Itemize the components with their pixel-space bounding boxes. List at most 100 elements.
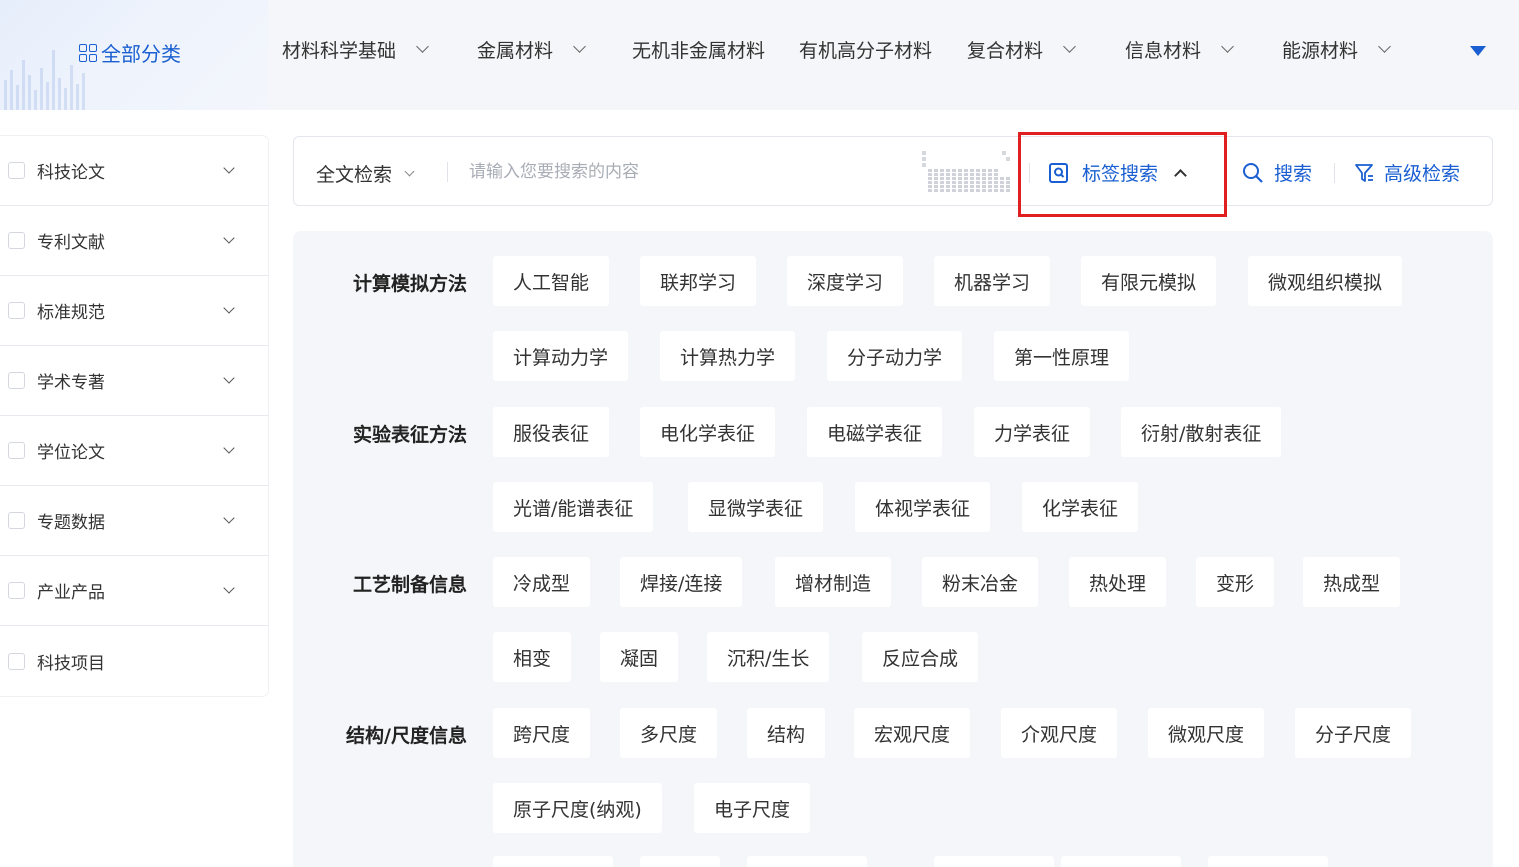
chevron-down-icon[interactable] (223, 232, 235, 244)
tag-item[interactable]: 机器学习 (934, 256, 1051, 306)
tag-item[interactable]: 相变 (493, 632, 572, 682)
group-label-characterization: 实验表征方法 (352, 424, 467, 446)
tag-item-partial[interactable] (640, 856, 720, 867)
tag-item[interactable]: 反应合成 (862, 632, 979, 682)
tag-item[interactable]: 电磁学表征 (807, 407, 943, 457)
chevron-down-icon[interactable] (223, 372, 235, 384)
chevron-down-icon (416, 40, 429, 53)
tag-item[interactable]: 增材制造 (775, 557, 892, 607)
sidebar-item-patents[interactable]: 专利文献 (0, 206, 268, 276)
all-categories-button[interactable]: 全部分类 (0, 0, 268, 110)
tag-item-partial[interactable] (493, 856, 613, 867)
chevron-down-icon (573, 40, 586, 53)
category-nav-bar: 全部分类 材料科学基础 金属材料 无机非金属材料 有机高分子材料 复合材料 信息… (0, 0, 1519, 110)
sidebar-item-special-data[interactable]: 专题数据 (0, 486, 268, 556)
grid-icon (79, 43, 97, 62)
tag-item[interactable]: 体视学表征 (855, 482, 991, 532)
chevron-down-icon[interactable] (223, 582, 235, 594)
tag-item[interactable]: 分子尺度 (1295, 708, 1412, 758)
chevron-down-icon[interactable] (223, 302, 235, 314)
tag-item[interactable]: 计算热力学 (660, 331, 796, 381)
chevron-down-icon[interactable] (223, 442, 235, 454)
checkbox[interactable] (8, 372, 25, 389)
tag-item-partial[interactable] (1061, 856, 1181, 867)
checkbox[interactable] (8, 652, 25, 670)
search-scope-select[interactable]: 全文检索 (316, 160, 415, 187)
all-categories-label: 全部分类 (79, 38, 181, 67)
tag-item[interactable]: 服役表征 (493, 407, 610, 457)
sidebar-item-theses[interactable]: 学位论文 (0, 416, 268, 486)
nav-category-information[interactable]: 信息材料 (1125, 36, 1234, 63)
resource-type-sidebar: 科技论文 专利文献 标准规范 学术专著 学位论文 专题数据 产业产品 科技项目 (0, 136, 268, 696)
sidebar-item-papers[interactable]: 科技论文 (0, 136, 268, 206)
chevron-down-icon[interactable] (223, 162, 235, 174)
tag-item[interactable]: 微观尺度 (1148, 708, 1265, 758)
tag-item-partial[interactable] (747, 856, 867, 867)
sidebar-item-monographs[interactable]: 学术专著 (0, 346, 268, 416)
tag-item[interactable]: 光谱/能谱表征 (493, 482, 654, 532)
tag-item[interactable]: 力学表征 (974, 407, 1091, 457)
tag-item[interactable]: 凝固 (600, 632, 679, 682)
chevron-down-icon[interactable] (223, 512, 235, 524)
nav-category-energy[interactable]: 能源材料 (1282, 36, 1391, 63)
checkbox[interactable] (8, 232, 25, 249)
tag-item[interactable]: 跨尺度 (493, 708, 591, 758)
checkbox[interactable] (8, 302, 25, 319)
keyboard-icon[interactable] (922, 151, 1012, 195)
tag-item[interactable]: 化学表征 (1022, 482, 1139, 532)
sidebar-item-industry-products[interactable]: 产业产品 (0, 556, 268, 626)
nav-category-inorganic[interactable]: 无机非金属材料 (632, 36, 765, 63)
tag-item[interactable]: 微观组织模拟 (1248, 256, 1403, 306)
sidebar-item-projects[interactable]: 科技项目 (0, 626, 268, 696)
nav-category-polymer[interactable]: 有机高分子材料 (799, 36, 932, 63)
search-icon (1243, 162, 1263, 183)
nav-category-composite[interactable]: 复合材料 (967, 36, 1076, 63)
tag-item[interactable]: 宏观尺度 (854, 708, 971, 758)
tag-item-partial[interactable] (1208, 856, 1328, 867)
nav-category-metal[interactable]: 金属材料 (477, 36, 586, 63)
advanced-search-button[interactable]: 高级检索 (1354, 159, 1460, 186)
tag-item[interactable]: 电子尺度 (694, 783, 811, 833)
checkbox[interactable] (8, 582, 25, 599)
tag-item[interactable]: 衍射/散射表征 (1121, 407, 1282, 457)
chevron-down-icon (1221, 40, 1234, 53)
tag-item[interactable]: 联邦学习 (640, 256, 757, 306)
group-label-process: 工艺制备信息 (352, 574, 467, 596)
tag-item[interactable]: 人工智能 (493, 256, 610, 306)
tag-item[interactable]: 电化学表征 (640, 407, 776, 457)
chevron-down-icon (404, 166, 415, 176)
checkbox[interactable] (8, 442, 25, 459)
tag-item[interactable]: 显微学表征 (688, 482, 824, 532)
tag-item[interactable]: 介观尺度 (1001, 708, 1118, 758)
checkbox[interactable] (8, 512, 25, 529)
tag-item[interactable]: 多尺度 (620, 708, 718, 758)
more-categories-icon[interactable] (1470, 46, 1486, 56)
chevron-down-icon (1063, 40, 1076, 53)
chevron-down-icon (1378, 40, 1391, 53)
filter-icon (1355, 163, 1373, 182)
search-input[interactable] (469, 157, 909, 187)
nav-category-materials-basics[interactable]: 材料科学基础 (282, 36, 429, 63)
tag-panel: 计算模拟方法 人工智能 联邦学习 深度学习 机器学习 有限元模拟 微观组织模拟 … (293, 231, 1493, 867)
divider (447, 162, 448, 182)
tag-item[interactable]: 焊接/连接 (620, 557, 743, 607)
tag-item[interactable]: 热处理 (1069, 557, 1167, 607)
search-bar: 全文检索 标签搜索 搜索 高级检索 (293, 136, 1493, 206)
tag-item[interactable]: 计算动力学 (493, 331, 629, 381)
tag-item[interactable]: 分子动力学 (827, 331, 963, 381)
tag-item[interactable]: 冷成型 (493, 557, 591, 607)
sidebar-item-standards[interactable]: 标准规范 (0, 276, 268, 346)
tag-item[interactable]: 原子尺度(纳观) (493, 783, 662, 833)
tag-item[interactable]: 沉积/生长 (707, 632, 830, 682)
tag-item[interactable]: 粉末冶金 (922, 557, 1039, 607)
checkbox[interactable] (8, 162, 25, 179)
search-button[interactable]: 搜索 (1242, 159, 1312, 186)
tag-item[interactable]: 变形 (1196, 557, 1275, 607)
group-label-simulation: 计算模拟方法 (352, 273, 467, 295)
tag-item[interactable]: 有限元模拟 (1081, 256, 1217, 306)
tag-item-partial[interactable] (934, 856, 1054, 867)
tag-item[interactable]: 结构 (747, 708, 826, 758)
tag-item[interactable]: 深度学习 (787, 256, 904, 306)
tag-item[interactable]: 第一性原理 (994, 331, 1130, 381)
tag-item[interactable]: 热成型 (1303, 557, 1401, 607)
